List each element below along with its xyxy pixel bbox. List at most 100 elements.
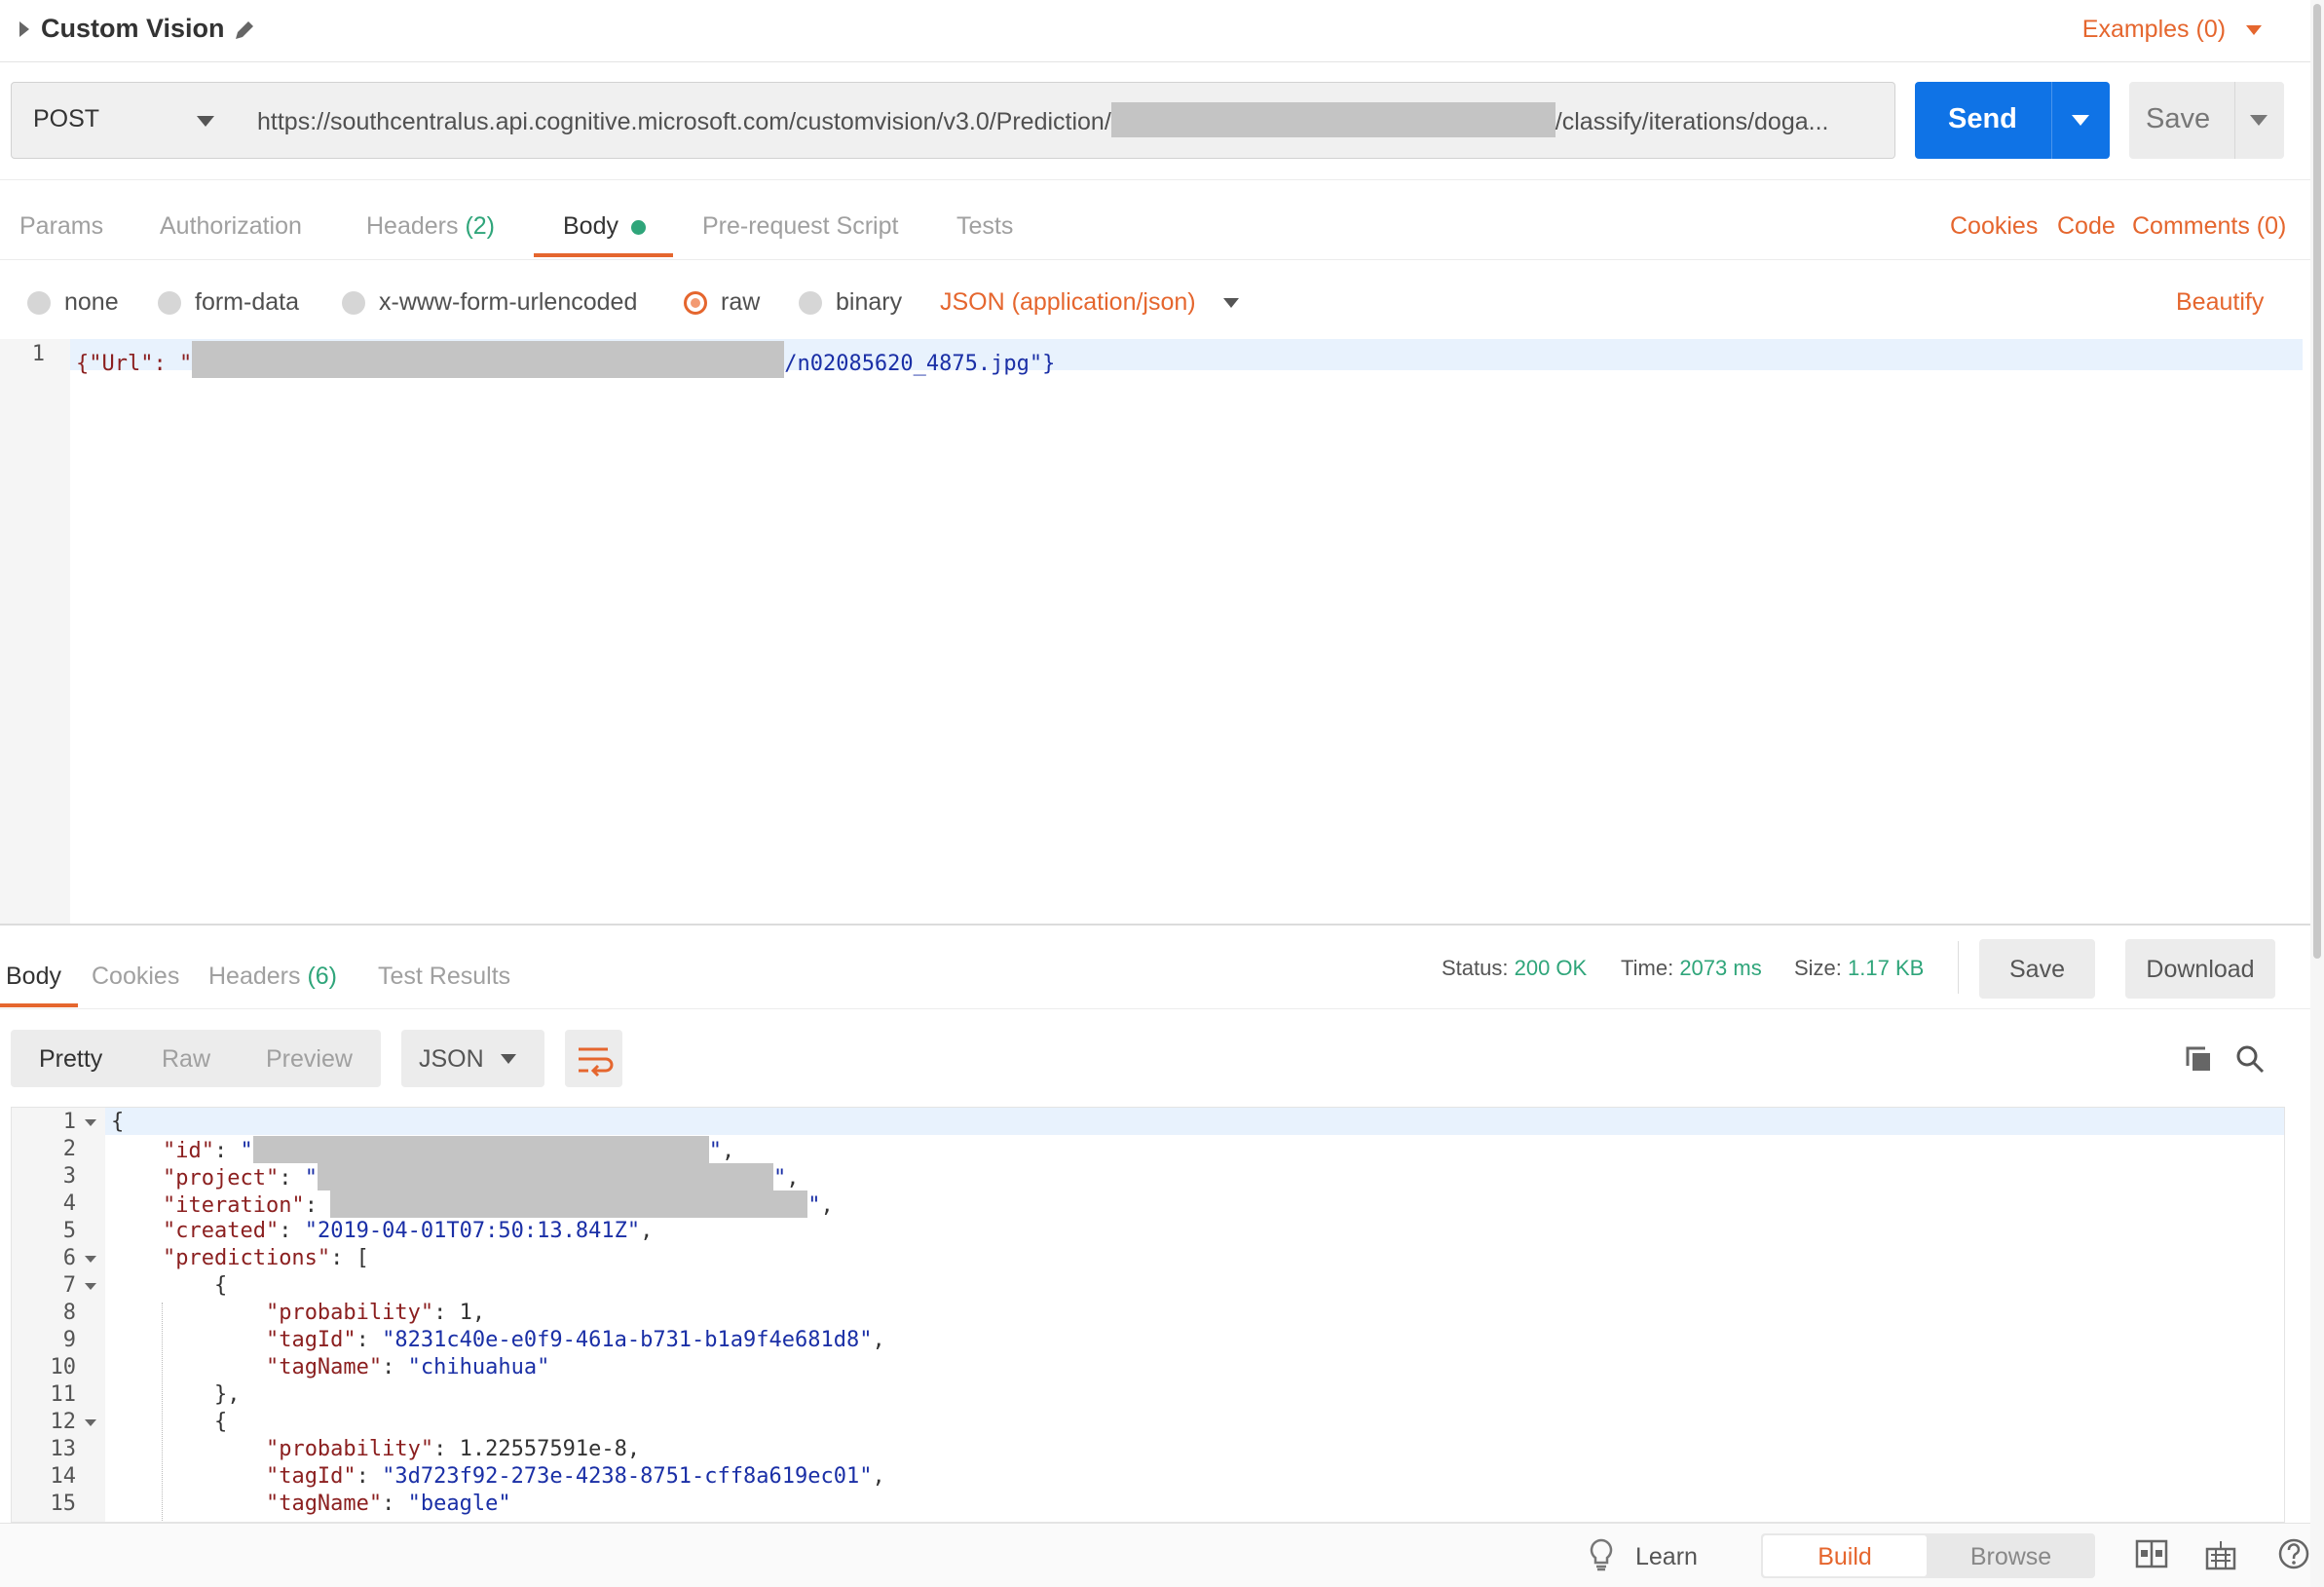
radio-none[interactable]: none	[27, 288, 119, 317]
code-line: "probability": 1,	[265, 1301, 486, 1325]
radio-urlencoded[interactable]: x-www-form-urlencoded	[342, 288, 637, 317]
tab-body[interactable]: Body	[563, 212, 646, 241]
radio-label: form-data	[195, 288, 299, 316]
view-mode-preview[interactable]: Preview	[266, 1045, 353, 1074]
edit-pencil-icon[interactable]	[232, 18, 257, 43]
divider	[0, 259, 2310, 260]
content-type-label: JSON (application/json)	[940, 288, 1196, 316]
fold-arrow-icon[interactable]	[85, 1119, 96, 1126]
send-options-chevron-icon[interactable]	[2072, 115, 2089, 126]
tab-headers[interactable]: Headers (2)	[366, 212, 495, 241]
line-number: 14	[50, 1464, 77, 1489]
send-button[interactable]: Send	[1915, 82, 2110, 159]
tab-params[interactable]: Params	[19, 212, 103, 241]
active-tab-indicator	[534, 253, 673, 257]
code-line: "created": "2019-04-01T07:50:13.841Z",	[162, 1219, 654, 1243]
code-token: "tagId"	[265, 1464, 356, 1489]
response-tab-body[interactable]: Body	[6, 963, 61, 991]
view-mode-raw[interactable]: Raw	[162, 1045, 210, 1074]
fold-arrow-icon[interactable]	[85, 1283, 96, 1290]
redacted-block	[252, 1136, 709, 1163]
line-number: 15	[50, 1492, 77, 1516]
code-token: "tagName"	[265, 1492, 383, 1516]
line-number: 8	[62, 1301, 76, 1325]
response-tab-headers[interactable]: Headers (6)	[208, 963, 337, 991]
code-token: {	[111, 1110, 125, 1134]
response-tab-cookies[interactable]: Cookies	[92, 963, 179, 991]
fold-arrow-icon[interactable]	[85, 1256, 96, 1263]
learn-button[interactable]: Learn	[1635, 1543, 1698, 1571]
beautify-link[interactable]: Beautify	[2176, 288, 2264, 317]
tab-tests[interactable]: Tests	[956, 212, 1013, 241]
radio-label: raw	[721, 288, 761, 316]
save-options-chevron-icon[interactable]	[2250, 115, 2268, 126]
cookies-link[interactable]: Cookies	[1950, 212, 2038, 241]
request-body-editor[interactable]: {"Url": " /n02085620_4875.jpg"}	[76, 341, 1055, 378]
scrollbar-track[interactable]	[2310, 0, 2324, 1587]
code-token: "predictions"	[162, 1246, 331, 1270]
code-token: 1	[459, 1301, 472, 1325]
fold-arrow-icon[interactable]	[85, 1419, 96, 1426]
method-select[interactable]: POST	[11, 82, 237, 159]
format-dropdown[interactable]: JSON	[401, 1030, 544, 1087]
headers-count: (6)	[307, 963, 338, 990]
status-value: 200 OK	[1514, 956, 1588, 980]
size-value: 1.17 KB	[1848, 956, 1925, 980]
radio-circle	[342, 290, 365, 315]
code-line: "project": " ",	[111, 1163, 799, 1192]
content-type-dropdown[interactable]: JSON (application/json)	[940, 288, 1239, 317]
browse-mode-button[interactable]: Browse	[1929, 1535, 2093, 1576]
code-token: "created"	[162, 1219, 280, 1243]
code-line: "tagId": "3d723f92-273e-4238-8751-cff8a6…	[265, 1464, 885, 1489]
scrollbar-thumb[interactable]	[2313, 4, 2321, 959]
code-token: "id"	[162, 1139, 214, 1163]
wrap-lines-button[interactable]	[565, 1030, 622, 1087]
code-line: {	[111, 1109, 124, 1136]
url-input[interactable]: https://southcentralus.api.cognitive.mic…	[236, 82, 1895, 159]
active-tab-indicator	[0, 1003, 78, 1007]
code-token: "probability"	[265, 1437, 434, 1461]
code-token: {"Url": "	[76, 352, 193, 376]
editor-gutter	[0, 339, 70, 924]
radio-form-data[interactable]: form-data	[158, 288, 299, 317]
lightbulb-icon	[1590, 1538, 1613, 1571]
response-tab-test-results[interactable]: Test Results	[378, 963, 510, 991]
keyboard-shortcuts-icon[interactable]	[2205, 1537, 2236, 1570]
code-token: "project"	[162, 1166, 280, 1190]
radio-label: x-www-form-urlencoded	[379, 288, 638, 316]
comments-link[interactable]: Comments (0)	[2132, 212, 2286, 241]
help-icon[interactable]	[2277, 1537, 2310, 1570]
two-pane-view-icon[interactable]	[2135, 1539, 2168, 1568]
copy-icon[interactable]	[2184, 1044, 2213, 1074]
build-mode-button[interactable]: Build	[1763, 1535, 1927, 1576]
pane-divider[interactable]	[0, 924, 2310, 926]
save-button[interactable]: Save	[2129, 82, 2284, 159]
search-icon[interactable]	[2234, 1043, 2266, 1075]
view-mode-pretty[interactable]: Pretty	[39, 1045, 102, 1074]
response-save-button[interactable]: Save	[1979, 939, 2095, 999]
time-label: Time:	[1621, 956, 1674, 980]
download-button[interactable]: Download	[2125, 939, 2275, 999]
expand-caret-icon[interactable]	[19, 21, 29, 37]
redacted-block	[192, 341, 785, 378]
tab-body-label: Body	[563, 212, 618, 240]
examples-label: Examples (0)	[2081, 16, 2227, 43]
format-label: JSON	[419, 1045, 484, 1073]
tab-prerequest-script[interactable]: Pre-request Script	[702, 212, 898, 241]
radio-raw[interactable]: raw	[684, 288, 760, 317]
examples-dropdown[interactable]: Examples (0)	[2082, 16, 2262, 44]
status-bar: Learn Build Browse	[0, 1523, 2310, 1587]
code-token: {	[213, 1410, 228, 1434]
radio-binary[interactable]: binary	[799, 288, 902, 317]
line-number: 13	[50, 1437, 77, 1461]
status-readout: Status: 200 OK	[1442, 956, 1587, 981]
wrap-lines-icon	[579, 1047, 614, 1077]
tab-authorization[interactable]: Authorization	[160, 212, 302, 241]
send-label: Send	[1948, 103, 2017, 134]
code-link[interactable]: Code	[2057, 212, 2116, 241]
request-title[interactable]: Custom Vision	[41, 14, 225, 44]
request-title-bar: Custom Vision Examples (0)	[0, 0, 2310, 62]
radio-label: none	[64, 288, 119, 316]
code-line: "tagId": "8231c40e-e0f9-461a-b731-b1a9f4…	[265, 1328, 885, 1352]
code-token: "probability"	[265, 1301, 434, 1325]
